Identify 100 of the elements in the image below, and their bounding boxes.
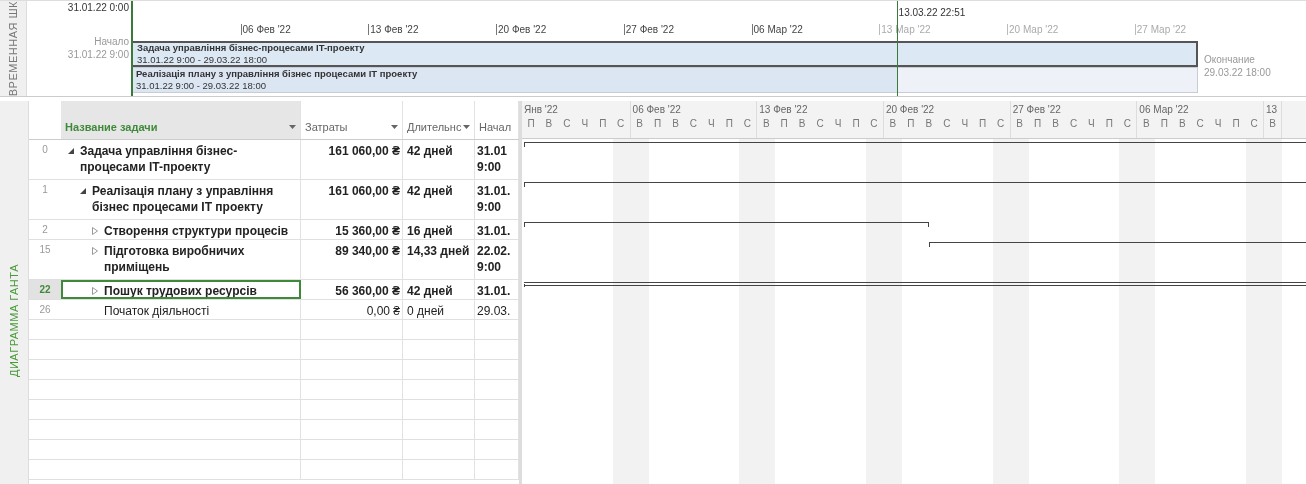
triangle-icon[interactable] xyxy=(79,187,87,196)
weekday-label: П xyxy=(1231,118,1241,130)
weekday-label: Ч xyxy=(1213,118,1223,130)
start-cell: 31.01 9:00 xyxy=(475,140,519,180)
cost-cell: 89 340,00 ₴ xyxy=(301,240,403,280)
cost-cell: 161 060,00 ₴ xyxy=(301,140,403,180)
weekday-label: В xyxy=(544,118,554,130)
weekday-label: С xyxy=(1122,118,1132,130)
start-date: 31.01.22 9:00 xyxy=(67,48,129,61)
week-label: 06 Фев '22 xyxy=(631,104,681,116)
column-header[interactable]: Начал xyxy=(475,101,519,140)
duration-cell: 0 дней xyxy=(403,300,475,320)
row-number: 1 xyxy=(41,183,49,198)
column-header[interactable]: Длительнс xyxy=(403,101,475,140)
weekday-label: П xyxy=(1104,118,1114,130)
weekday-label: С xyxy=(942,118,952,130)
weekday-label: С xyxy=(1195,118,1205,130)
triangle-icon[interactable] xyxy=(67,147,75,156)
dropdown-arrow-icon[interactable] xyxy=(391,125,398,130)
weekday-label: Ч xyxy=(580,118,590,130)
summary-bar[interactable] xyxy=(524,182,1306,188)
summary-bar[interactable] xyxy=(524,222,930,228)
weekday-label: П xyxy=(978,118,988,130)
column-header[interactable]: Название задачи xyxy=(61,101,301,140)
weekday-label: С xyxy=(996,118,1006,130)
week-label: Янв '22 xyxy=(523,104,558,116)
timeline-bar[interactable]: Задача управління бізнес-процесами IT-проекту 31.01.22 9:00 - 29.03.22 18:00 xyxy=(131,41,1198,67)
timescale-tick: 06 Мар '22 xyxy=(751,24,803,35)
start-cell: 31.01. xyxy=(475,280,519,300)
task-name-cell[interactable]: Реалізація плану з управління бізнес процесами IT проекту xyxy=(61,180,301,220)
start-cell: 31.01. 9:00 xyxy=(475,180,519,220)
weekday-label: П xyxy=(526,118,536,130)
dropdown-arrow-icon[interactable] xyxy=(463,125,470,130)
weekday-label: Ч xyxy=(833,118,843,130)
weekday-label: С xyxy=(1249,118,1259,130)
finish-label: Окончание xyxy=(1204,53,1256,66)
duration-cell: 14,33 дней xyxy=(403,240,475,280)
timescale-tick: 27 Фев '22 xyxy=(623,24,674,35)
weekday-label: В xyxy=(797,118,807,130)
task-name-cell[interactable]: Створення структури процесів xyxy=(61,220,301,240)
weekday-label: В xyxy=(635,118,644,130)
weekday-label: П xyxy=(906,118,916,130)
timescale-tick: 27 Мар '22 xyxy=(1134,24,1187,35)
weekday-label: В xyxy=(1142,118,1151,130)
timescale-tick: 06 Фев '22 xyxy=(240,24,291,35)
duration-cell: 42 дней xyxy=(403,280,475,300)
summary-bar[interactable] xyxy=(524,282,1306,288)
weekday-label: В xyxy=(1051,118,1060,130)
duration-cell: 16 дней xyxy=(403,220,475,240)
week-label: 13 Фев '22 xyxy=(758,104,808,116)
weekday-label: С xyxy=(869,118,879,130)
weekday-label: В xyxy=(671,118,680,130)
weekday-label: В xyxy=(924,118,934,130)
row-number: 2 xyxy=(41,223,49,238)
start-cell: 29.03. xyxy=(475,300,519,320)
week-label: 13 xyxy=(1265,104,1278,116)
row-number: 15 xyxy=(38,243,52,258)
week-label: 06 Мар '22 xyxy=(1138,104,1189,116)
weekday-label: Ч xyxy=(960,118,970,130)
task-name-cell[interactable]: Пошук трудових ресурсів xyxy=(61,280,301,300)
weekday-label: С xyxy=(616,118,626,130)
summary-bar[interactable] xyxy=(524,142,1306,148)
cost-cell: 15 360,00 ₴ xyxy=(301,220,403,240)
current-date-label: 13.03.22 22:51 xyxy=(897,7,966,18)
cost-cell: 161 060,00 ₴ xyxy=(301,180,403,220)
task-name-cell[interactable]: Підготовка виробничих приміщень xyxy=(61,240,301,280)
column-header[interactable]: Затраты xyxy=(301,101,403,140)
weekday-label: П xyxy=(598,118,608,130)
week-label: 20 Фев '22 xyxy=(884,104,935,116)
dropdown-arrow-icon[interactable] xyxy=(289,125,296,130)
cost-cell: 0,00 ₴ xyxy=(301,300,403,320)
weekday-label: С xyxy=(688,118,699,130)
weekday-label: С xyxy=(815,118,825,130)
weekday-label: Ч xyxy=(1087,118,1096,130)
cost-cell: 56 360,00 ₴ xyxy=(301,280,403,300)
weekday-label: В xyxy=(761,118,771,130)
timeline-start-time: 31.01.22 0:00 xyxy=(67,2,129,13)
row-number: 0 xyxy=(41,143,49,158)
start-cell: 22.02. 9:00 xyxy=(475,240,519,280)
weekday-label: П xyxy=(779,118,789,130)
row-number: 22 xyxy=(29,280,61,300)
timeline-bar[interactable]: Реалізація плану з управління бізнес процесами IT проекту 31.01.22 9:00 - 29.03.22 18:00 xyxy=(131,67,1198,93)
week-label: 27 Фев '22 xyxy=(1011,104,1061,116)
weekday-label: В xyxy=(888,118,898,130)
weekday-label: С xyxy=(742,118,752,130)
task-name-cell[interactable]: Початок діяльності xyxy=(61,300,301,320)
start-label: Начало xyxy=(94,35,129,48)
start-cell: 31.01. xyxy=(475,220,519,240)
duration-cell: 42 дней xyxy=(403,180,475,220)
weekday-label: П xyxy=(652,118,663,130)
timescale-tick: 20 Фев '22 xyxy=(496,24,547,35)
weekday-label: С xyxy=(562,118,572,130)
finish-date: 29.03.22 18:00 xyxy=(1204,66,1271,79)
task-name-cell[interactable]: Задача управління бізнес-процесами IT-проекту xyxy=(61,140,301,180)
weekday-label: Ч xyxy=(707,118,716,130)
timescale-tick: 20 Мар '22 xyxy=(1007,24,1059,35)
weekday-label: В xyxy=(1268,118,1277,130)
weekday-label: П xyxy=(724,118,734,130)
weekday-label: П xyxy=(1033,118,1043,130)
weekday-label: П xyxy=(1159,118,1169,130)
